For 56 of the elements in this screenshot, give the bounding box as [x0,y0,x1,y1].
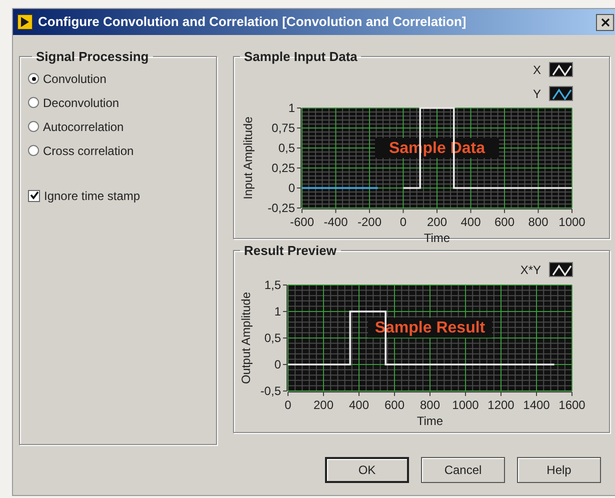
x-tick-label: 1600 [558,398,586,412]
x-tick-label: 1200 [488,398,514,412]
y-tick-label: -0,5 [260,384,281,398]
y-tick-label: 1 [274,304,281,318]
y-axis-title: Output Amplitude [239,291,253,384]
radio-button[interactable] [28,145,39,156]
y-tick-label: 0 [288,180,295,194]
x-tick-label: 200 [426,214,448,228]
legend-label: X*Y [520,262,541,278]
group-title: Signal Processing [35,48,150,66]
dialog-button[interactable]: Help [517,457,601,483]
x-tick-label: 1000 [452,398,479,412]
y-axis-title: Input Amplitude [241,116,255,199]
x-tick-label: 400 [348,398,370,412]
close-button[interactable] [596,14,614,30]
window-title: Configure Convolution and Correlation [Convolution and Correlation] [38,13,466,32]
y-tick-label: 0,25 [272,160,295,174]
x-tick-label: 1400 [523,398,550,412]
x-tick-label: 1000 [558,214,586,228]
x-tick-label: 800 [420,398,440,412]
x-axis-title: Time [424,230,450,244]
x-tick-label: 600 [494,214,515,228]
radio-option[interactable]: Convolution [28,70,208,88]
x-tick-label: 0 [400,214,407,228]
x-tick-label: 200 [313,398,334,412]
radio-option[interactable]: Cross correlation [28,142,208,160]
x-tick-label: 0 [284,398,292,412]
group-title: Sample Input Data [243,48,358,66]
x-tick-label: -400 [324,214,348,228]
radio-button[interactable] [28,73,39,84]
x-tick-label: 400 [460,214,481,228]
radio-option[interactable]: Autocorrelation [28,118,208,136]
legend-label: X [532,62,541,78]
x-tick-label: 600 [384,398,405,412]
x-tick-label: -200 [357,214,382,228]
checkbox-option[interactable]: Ignore time stamp [28,186,208,204]
x-axis-title: Time [416,414,444,428]
x-tick-label: -600 [290,214,314,228]
y-tick-label: 0,5 [278,140,295,154]
y-tick-label: -0,25 [268,200,295,214]
dialog-button[interactable]: Cancel [421,457,505,483]
dialog-button[interactable]: OK [325,457,409,483]
y-tick-label: 0 [274,357,281,371]
radio-button[interactable] [28,121,39,132]
y-tick-label: 0,75 [272,120,295,134]
legend-label: Y [532,86,541,102]
y-tick-label: 0,5 [264,330,281,344]
radio-option[interactable]: Deconvolution [28,94,208,112]
y-tick-label: 1,5 [264,278,281,292]
close-icon [600,18,610,26]
group-title: Result Preview [243,242,338,260]
x-tick-label: 800 [528,214,548,228]
radio-button[interactable] [28,97,39,108]
app-icon [17,14,33,30]
y-tick-label: 1 [288,102,295,114]
checkbox[interactable] [28,190,40,202]
